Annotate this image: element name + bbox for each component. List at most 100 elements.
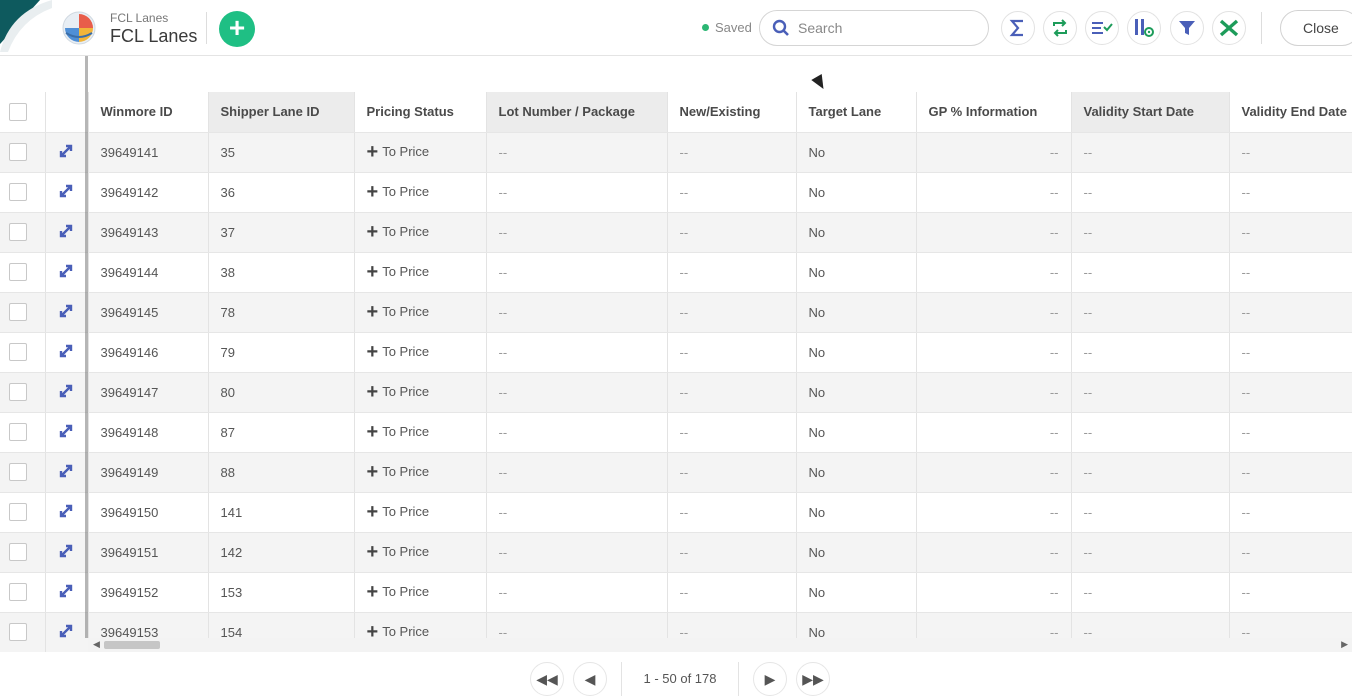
expand-icon[interactable]	[58, 343, 74, 359]
row-checkbox[interactable]	[9, 583, 27, 601]
expand-icon[interactable]	[58, 223, 74, 239]
table-row[interactable]: 39649151 142 + To Price -- -- No -- -- --	[0, 532, 1352, 573]
cell-pricing-status[interactable]: + To Price	[354, 412, 487, 453]
table-row[interactable]: 39649143 37 + To Price -- -- No -- -- --	[0, 212, 1352, 253]
cell-pricing-status[interactable]: + To Price	[354, 172, 487, 213]
row-select-cell[interactable]	[0, 412, 46, 453]
last-page-button[interactable]: ▶▶	[796, 662, 830, 696]
sort-check-button[interactable]	[1085, 11, 1119, 45]
row-checkbox[interactable]	[9, 383, 27, 401]
scrollbar-thumb[interactable]	[104, 641, 160, 649]
row-expand-cell[interactable]	[45, 292, 89, 333]
row-expand-cell[interactable]	[45, 492, 89, 533]
column-header-shipper-lane-id[interactable]: Shipper Lane ID	[208, 92, 355, 133]
excel-export-button[interactable]	[1212, 11, 1246, 45]
table-row[interactable]: 39649145 78 + To Price -- -- No -- -- --	[0, 292, 1352, 333]
row-select-cell[interactable]	[0, 492, 46, 533]
column-header-lot-number[interactable]: Lot Number / Package	[486, 92, 668, 133]
cell-pricing-status[interactable]: + To Price	[354, 532, 487, 573]
table-row[interactable]: 39649148 87 + To Price -- -- No -- -- --	[0, 412, 1352, 453]
table-row[interactable]: 39649150 141 + To Price -- -- No -- -- --	[0, 492, 1352, 533]
row-expand-cell[interactable]	[45, 252, 89, 293]
add-lane-button[interactable]: +	[219, 11, 255, 47]
table-row[interactable]: 39649147 80 + To Price -- -- No -- -- --	[0, 372, 1352, 413]
cell-pricing-status[interactable]: + To Price	[354, 452, 487, 493]
cell-pricing-status[interactable]: + To Price	[354, 292, 487, 333]
row-expand-cell[interactable]	[45, 372, 89, 413]
table-row[interactable]: 39649152 153 + To Price -- -- No -- -- --	[0, 572, 1352, 613]
row-checkbox[interactable]	[9, 503, 27, 521]
cell-pricing-status[interactable]: + To Price	[354, 212, 487, 253]
row-select-cell[interactable]	[0, 612, 46, 652]
row-expand-cell[interactable]	[45, 532, 89, 573]
row-select-cell[interactable]	[0, 252, 46, 293]
row-checkbox[interactable]	[9, 303, 27, 321]
expand-icon[interactable]	[58, 543, 74, 559]
row-select-cell[interactable]	[0, 132, 46, 173]
row-expand-cell[interactable]	[45, 452, 89, 493]
table-row[interactable]: 39649149 88 + To Price -- -- No -- -- --	[0, 452, 1352, 493]
scroll-left-icon[interactable]: ◀	[93, 639, 100, 650]
row-select-cell[interactable]	[0, 292, 46, 333]
row-checkbox[interactable]	[9, 143, 27, 161]
search-box[interactable]	[759, 10, 989, 46]
search-input[interactable]	[798, 20, 978, 36]
first-page-button[interactable]: ◀◀	[530, 662, 564, 696]
column-header-validity-end[interactable]: Validity End Date	[1229, 92, 1352, 133]
expand-icon[interactable]	[58, 143, 74, 159]
expand-icon[interactable]	[58, 263, 74, 279]
table-row[interactable]: 39649142 36 + To Price -- -- No -- -- --	[0, 172, 1352, 213]
column-header-validity-start[interactable]: Validity Start Date	[1071, 92, 1230, 133]
row-select-cell[interactable]	[0, 452, 46, 493]
cell-pricing-status[interactable]: + To Price	[354, 572, 487, 613]
scroll-right-icon[interactable]: ▶	[1341, 639, 1348, 650]
row-expand-cell[interactable]	[45, 172, 89, 213]
row-checkbox[interactable]	[9, 423, 27, 441]
cell-pricing-status[interactable]: + To Price	[354, 372, 487, 413]
expand-icon[interactable]	[58, 183, 74, 199]
close-button[interactable]: Close	[1280, 10, 1352, 46]
select-all-checkbox[interactable]	[9, 102, 27, 121]
expand-icon[interactable]	[58, 583, 74, 599]
filter-button[interactable]	[1170, 11, 1204, 45]
expand-icon[interactable]	[58, 383, 74, 399]
row-select-cell[interactable]	[0, 572, 46, 613]
row-checkbox[interactable]	[9, 623, 27, 641]
expand-icon[interactable]	[58, 503, 74, 519]
row-expand-cell[interactable]	[45, 412, 89, 453]
table-row[interactable]: 39649146 79 + To Price -- -- No -- -- --	[0, 332, 1352, 373]
row-expand-cell[interactable]	[45, 332, 89, 373]
row-expand-cell[interactable]	[45, 572, 89, 613]
previous-page-button[interactable]: ◀	[573, 662, 607, 696]
select-all-cell[interactable]	[0, 92, 46, 133]
row-expand-cell[interactable]	[45, 612, 89, 652]
table-row[interactable]: 39649144 38 + To Price -- -- No -- -- --	[0, 252, 1352, 293]
next-page-button[interactable]: ▶	[753, 662, 787, 696]
row-select-cell[interactable]	[0, 172, 46, 213]
sync-button[interactable]	[1043, 11, 1077, 45]
row-select-cell[interactable]	[0, 532, 46, 573]
row-expand-cell[interactable]	[45, 132, 89, 173]
column-settings-button[interactable]	[1127, 11, 1161, 45]
row-select-cell[interactable]	[0, 212, 46, 253]
row-checkbox[interactable]	[9, 543, 27, 561]
column-header-new-existing[interactable]: New/Existing	[667, 92, 797, 133]
horizontal-scrollbar[interactable]: ◀ ▶	[88, 638, 1352, 652]
row-checkbox[interactable]	[9, 223, 27, 241]
table-row[interactable]: 39649141 35 + To Price -- -- No -- -- --	[0, 132, 1352, 173]
row-checkbox[interactable]	[9, 263, 27, 281]
column-header-target-lane[interactable]: Target Lane	[796, 92, 917, 133]
sum-button[interactable]	[1001, 11, 1035, 45]
cell-pricing-status[interactable]: + To Price	[354, 492, 487, 533]
cell-pricing-status[interactable]: + To Price	[354, 252, 487, 293]
row-checkbox[interactable]	[9, 463, 27, 481]
expand-icon[interactable]	[58, 463, 74, 479]
row-select-cell[interactable]	[0, 372, 46, 413]
row-expand-cell[interactable]	[45, 212, 89, 253]
row-checkbox[interactable]	[9, 343, 27, 361]
column-header-pricing-status[interactable]: Pricing Status	[354, 92, 487, 133]
row-select-cell[interactable]	[0, 332, 46, 373]
row-checkbox[interactable]	[9, 183, 27, 201]
cell-pricing-status[interactable]: + To Price	[354, 332, 487, 373]
column-header-winmore-id[interactable]: Winmore ID	[88, 92, 209, 133]
